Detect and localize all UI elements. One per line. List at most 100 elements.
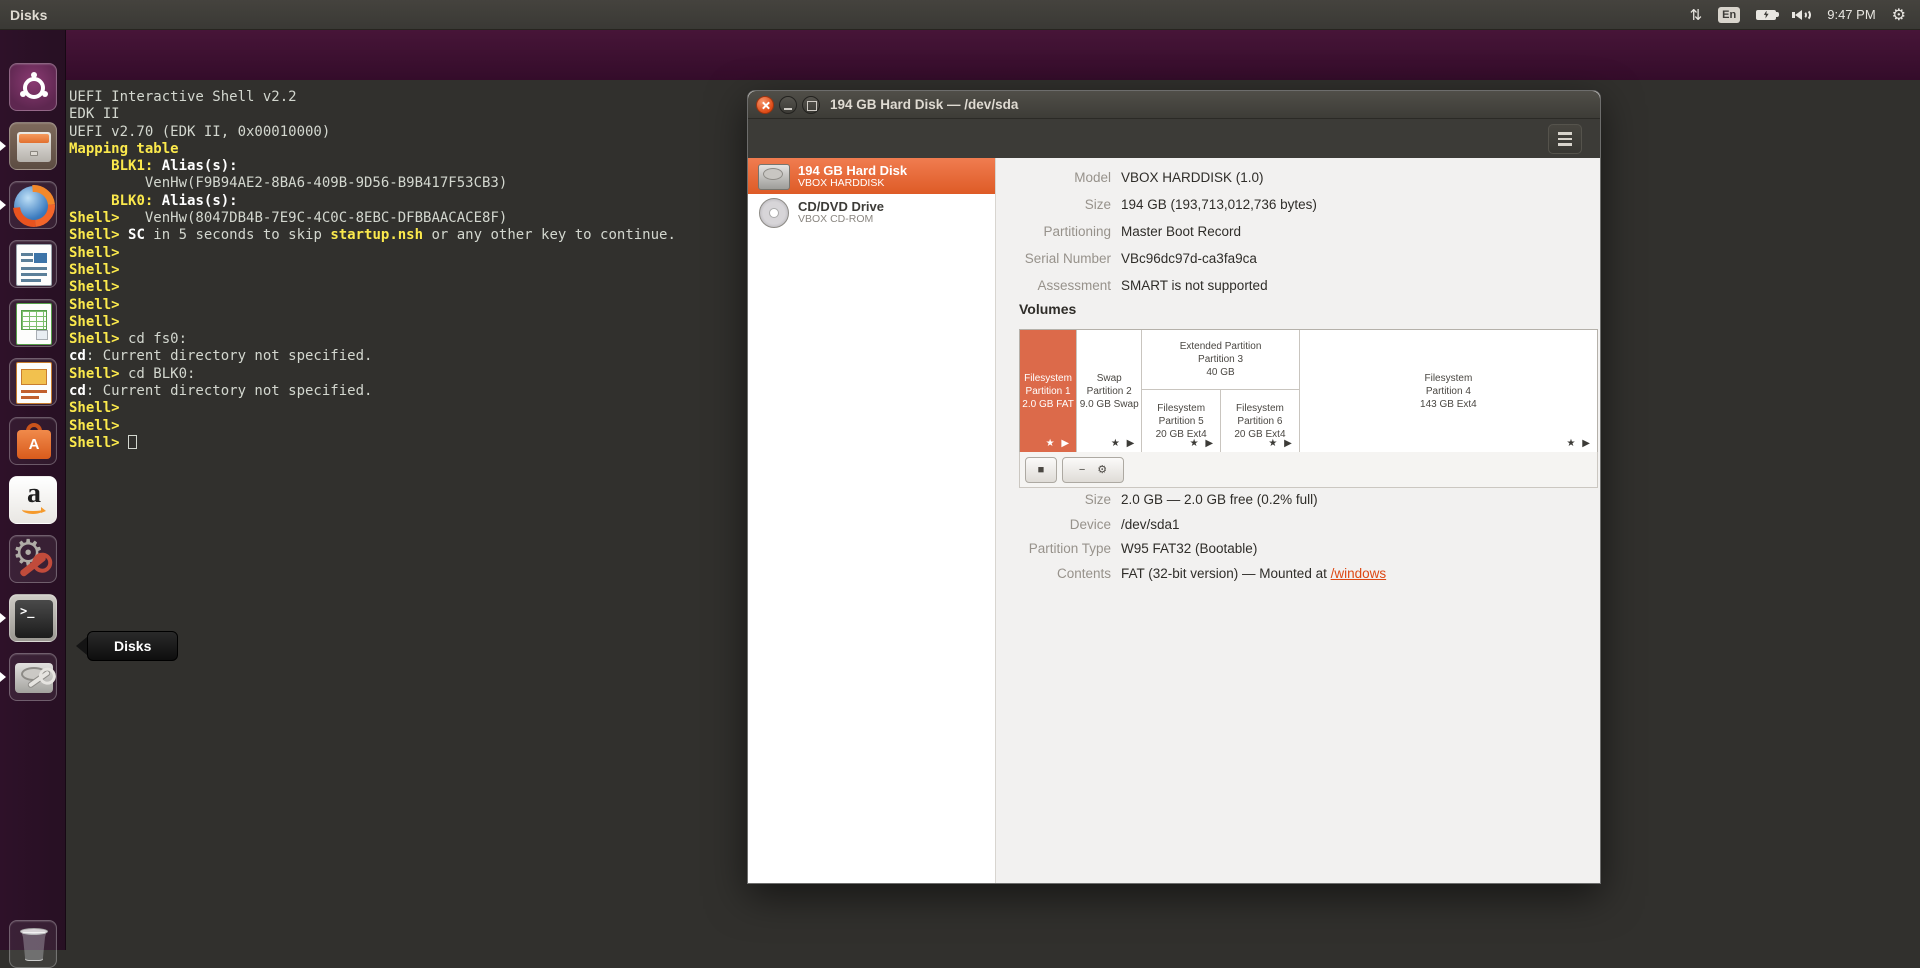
software-bag-icon: A (9, 417, 57, 465)
running-indicator (0, 200, 6, 210)
disk-wrench-icon (9, 653, 57, 701)
launcher-item-terminal[interactable]: >_ (9, 594, 57, 642)
partition-flag-icons: ★ ▶ (1268, 438, 1293, 449)
detail-label: Device (999, 513, 1111, 538)
active-app-name: Disks (10, 7, 47, 23)
launcher-item-disks[interactable] (9, 653, 57, 701)
network-updown-icon[interactable]: ⇅ (1690, 6, 1703, 24)
launcher-item-ubuntu-software[interactable]: A (9, 417, 57, 465)
mount-point-link[interactable]: /windows (1331, 566, 1387, 581)
sidebar-item-subtitle: VBOX CD-ROM (798, 214, 884, 225)
partition-6[interactable]: FilesystemPartition 620 GB Ext4★ ▶ (1221, 390, 1299, 452)
tooltip-label: Disks (87, 631, 178, 661)
file-cabinet-icon (9, 122, 57, 170)
detail-label: Assessment (999, 272, 1111, 299)
detail-label: Partition Type (999, 537, 1111, 562)
window-titlebar[interactable]: 194 GB Hard Disk — /dev/sda (748, 91, 1600, 119)
clock[interactable]: 9:47 PM (1827, 7, 1875, 22)
detail-value: SMART is not supported (1121, 272, 1317, 299)
partition-flag-icons: ★ ▶ (1567, 438, 1592, 449)
extended-partition-group: Extended PartitionPartition 340 GB Filesy… (1142, 330, 1300, 452)
detail-label: Size (999, 191, 1111, 218)
sidebar-item-hard-disk[interactable]: 194 GB Hard DiskVBOX HARDDISK (748, 158, 995, 194)
sidebar-item-subtitle: VBOX HARDDISK (798, 178, 907, 189)
detail-value: W95 FAT32 (Bootable) (1121, 537, 1386, 562)
firefox-icon (9, 181, 57, 229)
partition-1[interactable]: FilesystemPartition 12.0 GB FAT ★ ▶ (1020, 330, 1077, 452)
sidebar-item-cd-drive[interactable]: CD/DVD DriveVBOX CD-ROM (748, 194, 995, 230)
launcher-item-dash-home[interactable] (9, 63, 57, 111)
detail-value: 194 GB (193,713,012,736 bytes) (1121, 191, 1317, 218)
gear-wrench-icon: ⚙ (9, 535, 57, 583)
window-sidebar: 194 GB Hard DiskVBOX HARDDISKCD/DVD Driv… (748, 158, 996, 884)
libreoffice-impress-icon (9, 358, 57, 406)
partition-4[interactable]: FilesystemPartition 4143 GB Ext4 ★ ▶ (1300, 330, 1597, 452)
disks-window: 194 GB Hard Disk — /dev/sda 194 GB Hard … (747, 90, 1601, 884)
partition-label: Extended PartitionPartition 340 GB (1180, 340, 1262, 379)
partition-label: FilesystemPartition 12.0 GB FAT (1022, 372, 1074, 411)
detail-value: 2.0 GB — 2.0 GB free (0.2% full) (1121, 488, 1386, 513)
libreoffice-calc-icon (9, 299, 57, 347)
detail-value: /dev/sda1 (1121, 513, 1386, 538)
hamburger-menu-button[interactable] (1548, 124, 1582, 154)
launcher-item-libreoffice-calc[interactable] (9, 299, 57, 347)
detail-value: Master Boot Record (1121, 218, 1317, 245)
window-title: 194 GB Hard Disk — /dev/sda (830, 97, 1018, 112)
maximize-button[interactable] (802, 96, 820, 114)
volumes-heading: Volumes (1019, 301, 1076, 317)
launcher-item-system-settings[interactable]: ⚙ (9, 535, 57, 583)
partition-diagram: FilesystemPartition 12.0 GB FAT★ ▶SwapPa… (1019, 329, 1598, 453)
partition-label: FilesystemPartition 4143 GB Ext4 (1420, 372, 1477, 411)
running-indicator (0, 613, 6, 623)
detail-label: Partitioning (999, 218, 1111, 245)
partition-flag-icons: ★ ▶ (1046, 438, 1071, 449)
launcher-item-files[interactable] (9, 122, 57, 170)
sidebar-item-title: CD/DVD Drive (798, 199, 884, 214)
window-header (748, 119, 1600, 158)
partition-flag-icons: ★ ▶ (1190, 438, 1215, 449)
tooltip-arrow (76, 637, 87, 655)
ubuntu-logo-icon (9, 63, 57, 111)
drive-details: Model VBOX HARDDISK (1.0) Size 194 GB (193,… (999, 164, 1317, 299)
close-button[interactable] (756, 96, 774, 114)
cd-disc-icon (756, 198, 790, 226)
volume-toolbar: ■−⚙ (1019, 452, 1598, 488)
session-gear-icon[interactable]: ⚙ (1892, 5, 1906, 25)
terminal-cursor (128, 435, 137, 449)
running-indicator (0, 141, 6, 151)
detail-value: VBOX HARDDISK (1.0) (1121, 164, 1317, 191)
unmount-button[interactable]: ■ (1025, 457, 1057, 483)
partition-2[interactable]: SwapPartition 29.0 GB Swap★ ▶ (1077, 330, 1142, 452)
desktop-wallpaper (66, 30, 1920, 80)
launcher: A a ⚙ >_ (0, 30, 66, 950)
partition-flag-icons: ★ ▶ (1111, 438, 1136, 449)
libreoffice-writer-icon (9, 240, 57, 288)
battery-icon[interactable] (1756, 10, 1776, 20)
amazon-icon: a (9, 476, 57, 524)
terminal-icon: >_ (9, 594, 57, 642)
delete-partition-button[interactable]: − (1079, 464, 1085, 476)
minimize-button[interactable] (779, 96, 797, 114)
partition-5[interactable]: FilesystemPartition 520 GB Ext4★ ▶ (1142, 390, 1221, 452)
volume-details: Size 2.0 GB — 2.0 GB free (0.2% full) Devi… (999, 488, 1386, 586)
hard-disk-icon (756, 162, 790, 190)
partition-options-button[interactable]: ⚙ (1097, 463, 1107, 476)
launcher-item-amazon[interactable]: a (9, 476, 57, 524)
launcher-item-trash[interactable] (9, 920, 57, 968)
detail-label: Model (999, 164, 1111, 191)
partition-label: FilesystemPartition 520 GB Ext4 (1156, 402, 1207, 441)
detail-label: Size (999, 488, 1111, 513)
launcher-item-firefox[interactable] (9, 181, 57, 229)
keyboard-layout-indicator[interactable]: En (1718, 7, 1740, 23)
partition-3[interactable]: Extended PartitionPartition 340 GB (1142, 330, 1299, 390)
launcher-item-libreoffice-impress[interactable] (9, 358, 57, 406)
launcher-tooltip: Disks (76, 631, 178, 661)
volume-icon[interactable] (1792, 9, 1811, 21)
top-panel: Disks ⇅ En 9:47 PM ⚙ (0, 0, 1920, 30)
sidebar-item-title: 194 GB Hard Disk (798, 163, 907, 178)
trash-icon (9, 920, 57, 968)
detail-label: Contents (999, 562, 1111, 587)
detail-value: VBc96dc97d-ca3fa9ca (1121, 245, 1317, 272)
launcher-item-libreoffice-writer[interactable] (9, 240, 57, 288)
partition-edit-button-group: −⚙ (1062, 457, 1124, 483)
